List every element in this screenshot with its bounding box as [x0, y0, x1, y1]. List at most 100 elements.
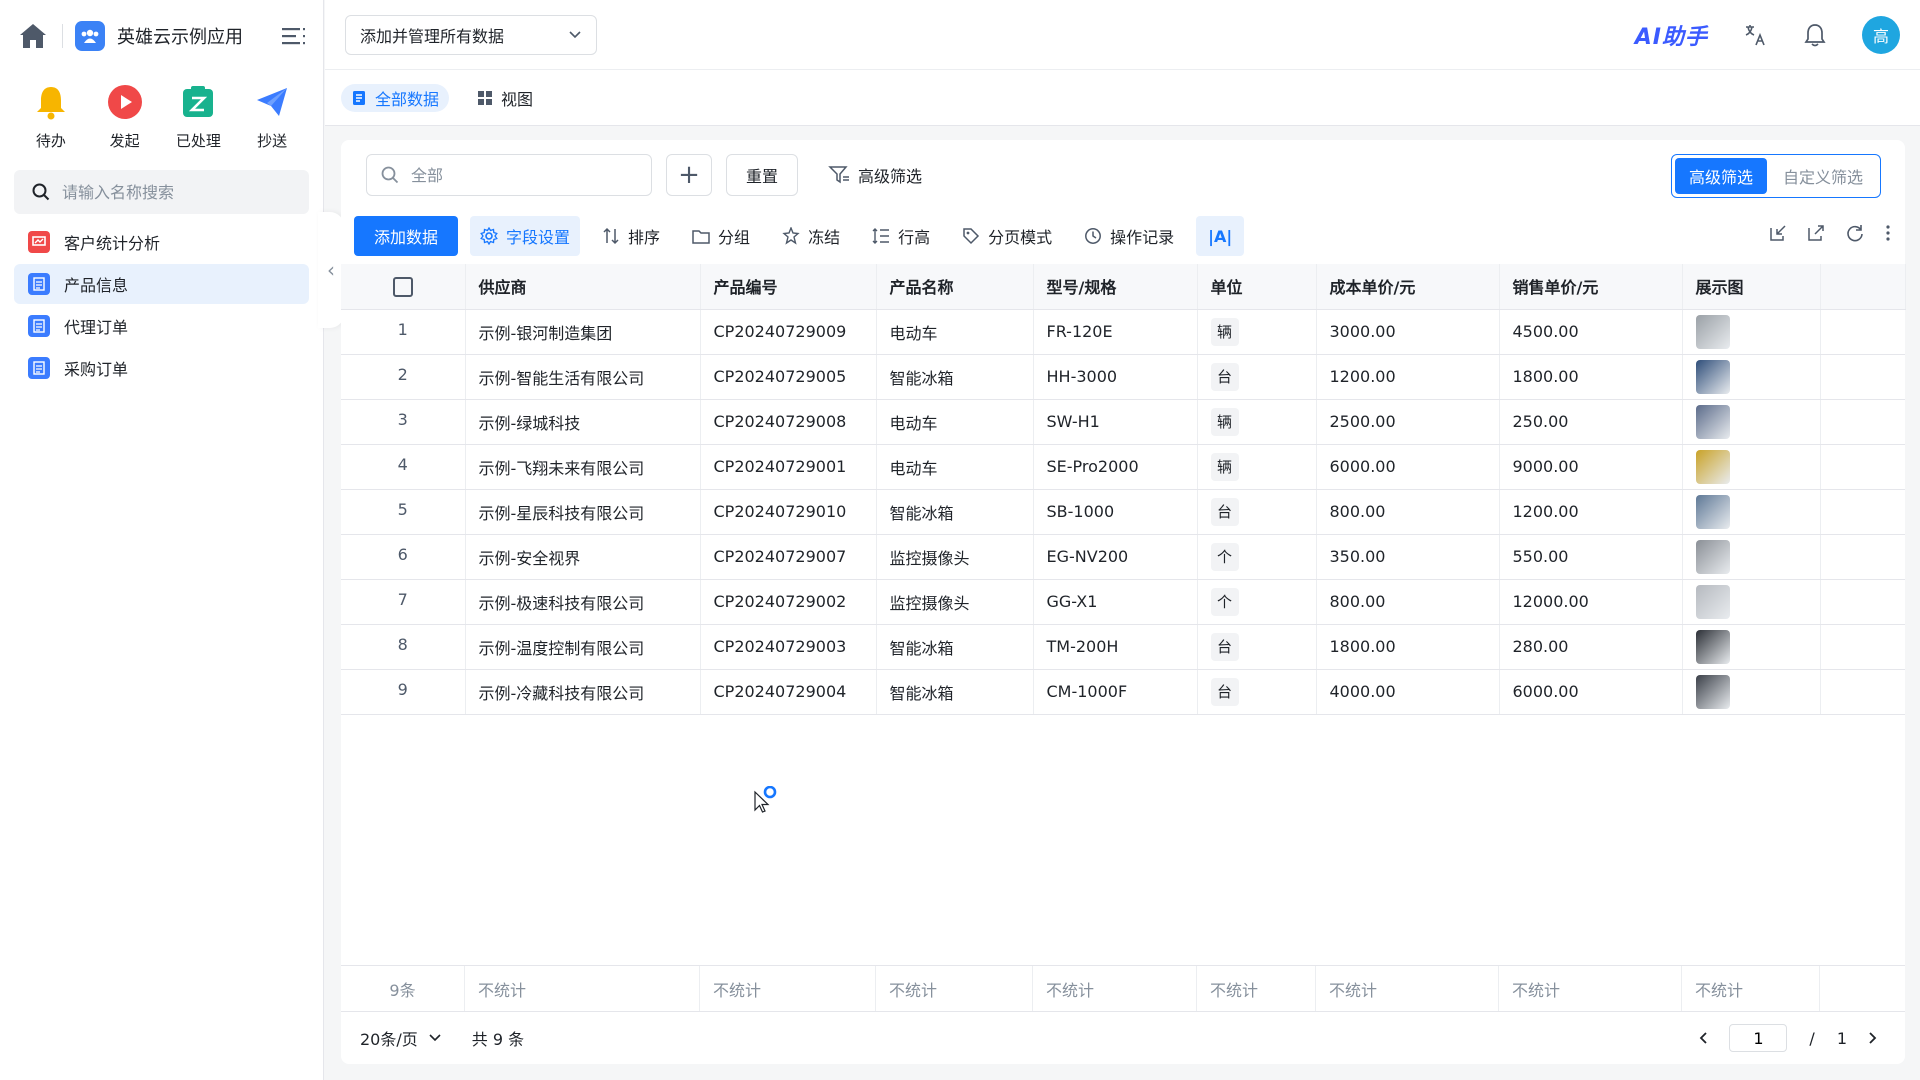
column-header[interactable]: 产品名称 — [876, 264, 1034, 310]
cell-cost[interactable]: 1800.00 — [1316, 624, 1500, 670]
cell-name[interactable]: 电动车 — [876, 399, 1034, 445]
summary-cell[interactable]: 不统计 — [465, 966, 700, 1011]
cell-cost[interactable]: 1200.00 — [1316, 354, 1500, 400]
translate-icon[interactable] — [1742, 22, 1768, 48]
product-thumbnail[interactable] — [1695, 674, 1730, 709]
product-thumbnail[interactable] — [1695, 584, 1730, 619]
cell-supplier[interactable]: 示例-极速科技有限公司 — [465, 579, 701, 625]
sort-button[interactable]: 排序 — [592, 216, 670, 256]
cell-image[interactable] — [1682, 354, 1821, 400]
cell-unit[interactable]: 台 — [1197, 669, 1317, 715]
product-thumbnail[interactable] — [1695, 404, 1730, 439]
product-thumbnail[interactable] — [1695, 629, 1730, 664]
cell-price[interactable]: 4500.00 — [1499, 309, 1683, 355]
cell-name[interactable]: 电动车 — [876, 309, 1034, 355]
cell-code[interactable]: CP20240729007 — [700, 534, 877, 580]
cell-supplier[interactable]: 示例-银河制造集团 — [465, 309, 701, 355]
cell-name[interactable]: 智能冰箱 — [876, 354, 1034, 400]
cell-unit[interactable]: 辆 — [1197, 309, 1317, 355]
cell-model[interactable]: HH-3000 — [1033, 354, 1198, 400]
summary-cell[interactable]: 不统计 — [700, 966, 876, 1011]
cell-price[interactable]: 550.00 — [1499, 534, 1683, 580]
cell-model[interactable]: SB-1000 — [1033, 489, 1198, 535]
text-wrap-toggle[interactable]: |A| — [1196, 216, 1245, 256]
summary-cell[interactable]: 不统计 — [876, 966, 1033, 1011]
quick-cc[interactable]: 抄送 — [235, 82, 309, 160]
quick-start[interactable]: 发起 — [88, 82, 162, 160]
table-row[interactable]: 6 示例-安全视界 CP20240729007 监控摄像头 EG-NV200 个 350.0… — [341, 534, 1905, 580]
cell-supplier[interactable]: 示例-冷藏科技有限公司 — [465, 669, 701, 715]
cell-image[interactable] — [1682, 579, 1821, 625]
column-header[interactable]: 销售单价/元 — [1499, 264, 1683, 310]
cell-cost[interactable]: 350.00 — [1316, 534, 1500, 580]
cell-supplier[interactable]: 示例-安全视界 — [465, 534, 701, 580]
cell-code[interactable]: CP20240729001 — [700, 444, 877, 490]
cell-unit[interactable]: 个 — [1197, 534, 1317, 580]
column-header[interactable]: 产品编号 — [700, 264, 877, 310]
product-thumbnail[interactable] — [1695, 449, 1730, 484]
prev-page-icon[interactable] — [1691, 1026, 1715, 1050]
cell-unit[interactable]: 台 — [1197, 354, 1317, 400]
product-thumbnail[interactable] — [1695, 539, 1730, 574]
cell-model[interactable]: CM-1000F — [1033, 669, 1198, 715]
cell-image[interactable] — [1682, 669, 1821, 715]
refresh-icon[interactable] — [1845, 223, 1865, 247]
cell-code[interactable]: CP20240729003 — [700, 624, 877, 670]
table-row[interactable]: 3 示例-绿城科技 CP20240729008 电动车 SW-H1 辆 2500.00 250… — [341, 399, 1905, 445]
sidebar-item-customer-stats[interactable]: 客户统计分析 — [14, 222, 309, 262]
cell-image[interactable] — [1682, 489, 1821, 535]
cell-image[interactable] — [1682, 399, 1821, 445]
home-icon[interactable] — [16, 19, 50, 53]
cell-model[interactable]: TM-200H — [1033, 624, 1198, 670]
table-row[interactable]: 1 示例-银河制造集团 CP20240729009 电动车 FR-120E 辆 3000.0… — [341, 309, 1905, 355]
quick-todo[interactable]: 待办 — [14, 82, 88, 160]
cell-code[interactable]: CP20240729005 — [700, 354, 877, 400]
summary-cell[interactable]: 不统计 — [1033, 966, 1197, 1011]
cell-code[interactable]: CP20240729004 — [700, 669, 877, 715]
sidebar-item-purchase-orders[interactable]: 采购订单 — [14, 348, 309, 388]
cell-cost[interactable]: 6000.00 — [1316, 444, 1500, 490]
cell-model[interactable]: EG-NV200 — [1033, 534, 1198, 580]
next-page-icon[interactable] — [1861, 1026, 1885, 1050]
cell-name[interactable]: 监控摄像头 — [876, 534, 1034, 580]
operation-log-button[interactable]: 操作记录 — [1074, 216, 1184, 256]
cell-unit[interactable]: 辆 — [1197, 444, 1317, 490]
cell-supplier[interactable]: 示例-温度控制有限公司 — [465, 624, 701, 670]
cell-model[interactable]: GG-X1 — [1033, 579, 1198, 625]
table-row[interactable]: 2 示例-智能生活有限公司 CP20240729005 智能冰箱 HH-3000 台 120… — [341, 354, 1905, 400]
cell-supplier[interactable]: 示例-星辰科技有限公司 — [465, 489, 701, 535]
column-header[interactable]: 展示图 — [1682, 264, 1821, 310]
cell-image[interactable] — [1682, 444, 1821, 490]
dataset-select[interactable]: 添加并管理所有数据 — [345, 14, 597, 55]
pagination-mode-button[interactable]: 分页模式 — [952, 216, 1062, 256]
advanced-filter-button[interactable]: 高级筛选 — [828, 163, 922, 187]
cell-price[interactable]: 1200.00 — [1499, 489, 1683, 535]
tab-view[interactable]: 视图 — [467, 84, 543, 112]
table-row[interactable]: 8 示例-温度控制有限公司 CP20240729003 智能冰箱 TM-200H 台 180… — [341, 624, 1905, 670]
export-icon[interactable] — [1807, 224, 1825, 246]
cell-model[interactable]: SE-Pro2000 — [1033, 444, 1198, 490]
cell-cost[interactable]: 800.00 — [1316, 489, 1500, 535]
sidebar-item-agent-orders[interactable]: 代理订单 — [14, 306, 309, 346]
column-header[interactable]: 成本单价/元 — [1316, 264, 1500, 310]
menu-toggle-icon[interactable] — [281, 23, 307, 49]
cell-name[interactable]: 智能冰箱 — [876, 489, 1034, 535]
summary-cell[interactable]: 不统计 — [1316, 966, 1499, 1011]
import-icon[interactable] — [1769, 224, 1787, 246]
reset-button[interactable]: 重置 — [726, 154, 798, 196]
column-header[interactable]: 单位 — [1197, 264, 1317, 310]
cell-price[interactable]: 12000.00 — [1499, 579, 1683, 625]
table-row[interactable]: 5 示例-星辰科技有限公司 CP20240729010 智能冰箱 SB-1000 台 800… — [341, 489, 1905, 535]
select-all-checkbox[interactable] — [392, 276, 413, 297]
more-icon[interactable] — [1885, 224, 1891, 246]
ai-assistant-button[interactable]: AI助手 — [1635, 19, 1708, 51]
cell-image[interactable] — [1682, 624, 1821, 670]
tab-all-data[interactable]: 全部数据 — [341, 83, 450, 112]
cell-image[interactable] — [1682, 309, 1821, 355]
cell-cost[interactable]: 3000.00 — [1316, 309, 1500, 355]
column-header[interactable]: 型号/规格 — [1033, 264, 1198, 310]
product-thumbnail[interactable] — [1695, 314, 1730, 349]
product-thumbnail[interactable] — [1695, 359, 1730, 394]
cell-model[interactable]: FR-120E — [1033, 309, 1198, 355]
cell-price[interactable]: 250.00 — [1499, 399, 1683, 445]
